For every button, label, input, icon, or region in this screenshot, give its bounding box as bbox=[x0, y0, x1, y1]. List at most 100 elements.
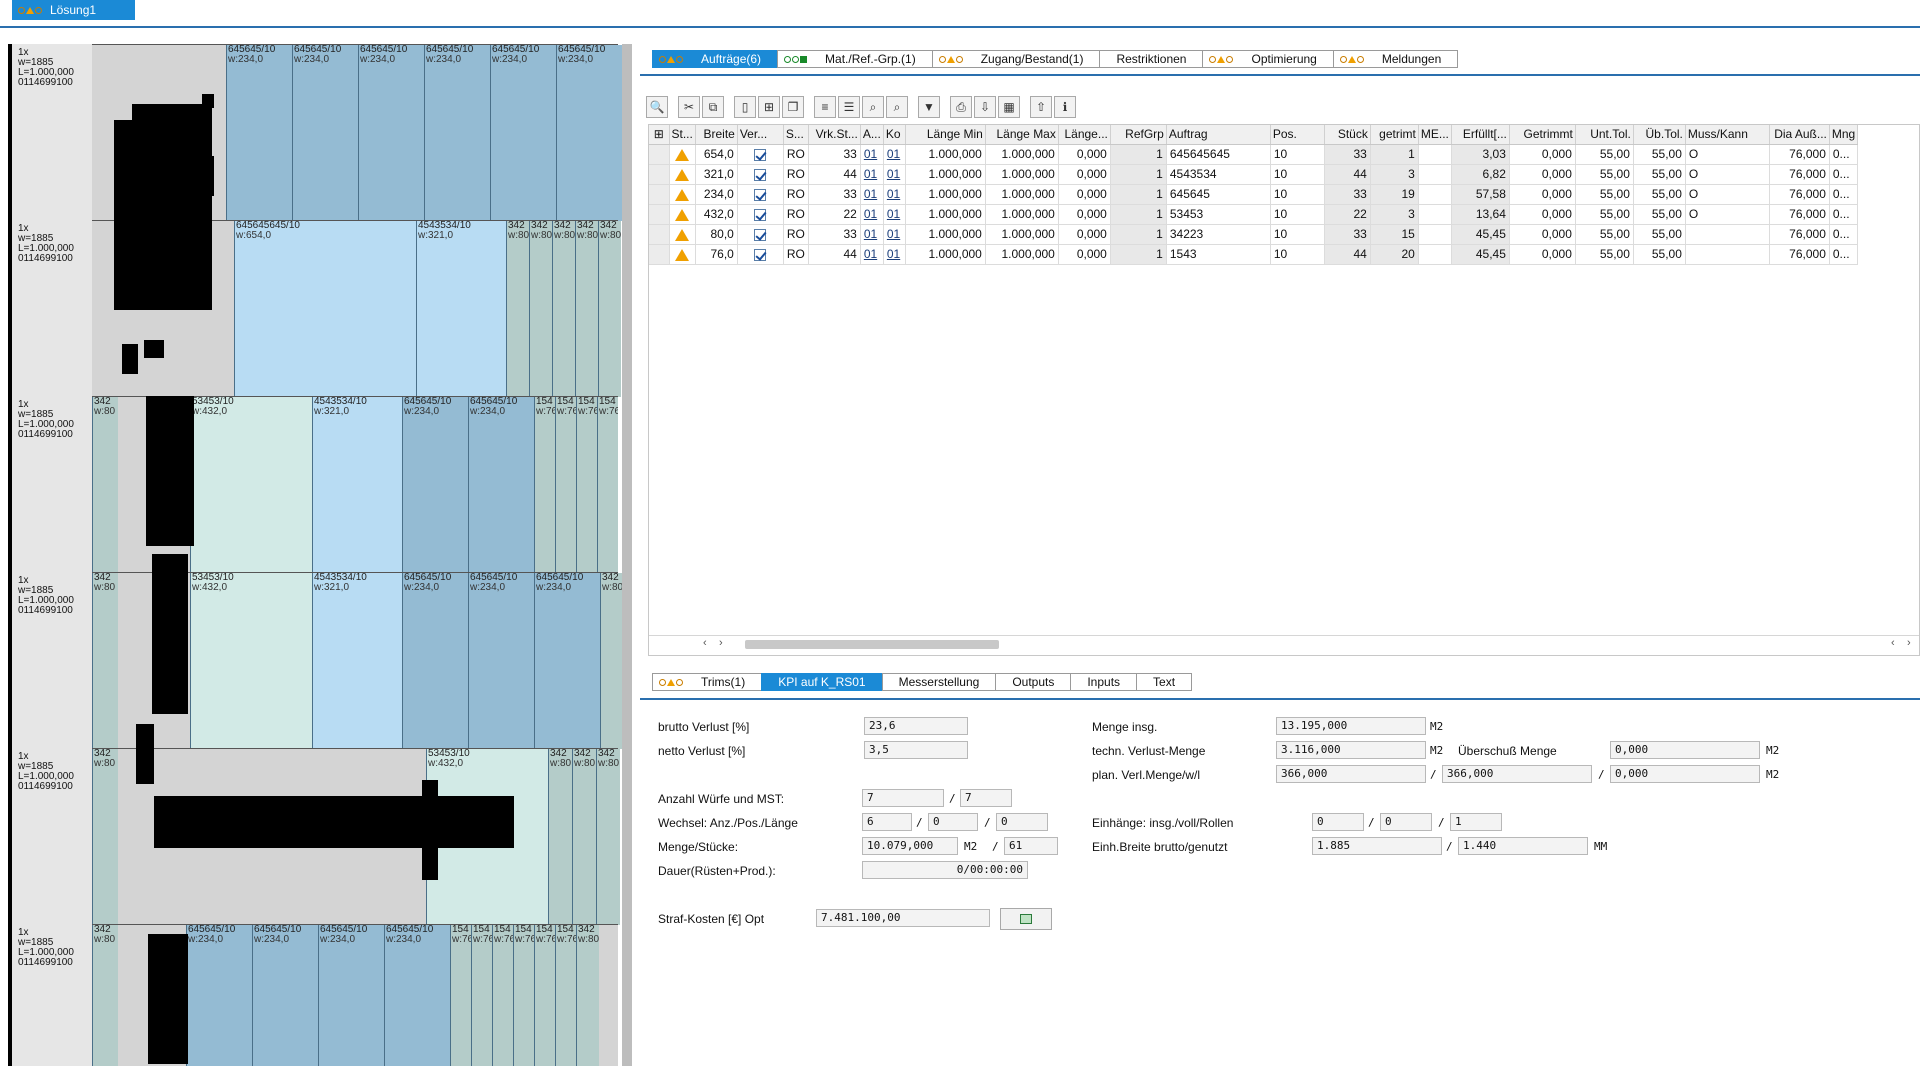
row-selector[interactable] bbox=[649, 224, 670, 245]
table-cell[interactable]: 1.000,000 bbox=[905, 224, 986, 245]
tab-upper-tabs-1[interactable]: Mat./Ref.-Grp.(1) bbox=[777, 50, 933, 68]
table-cell[interactable]: 55,00 bbox=[1633, 224, 1686, 245]
tab-lower-tabs-1[interactable]: KPI auf K_RS01 bbox=[761, 673, 883, 691]
cut-block[interactable]: 154w:76 bbox=[576, 397, 597, 573]
table-row[interactable]: 80,0 RO 33 01 01 1.000,000 1.000,000 0,000 1 3422… bbox=[649, 224, 1859, 245]
duplicate-row-button[interactable]: ❐ bbox=[782, 96, 804, 118]
table-cell[interactable]: 1 bbox=[1110, 224, 1167, 245]
table-cell[interactable]: 55,00 bbox=[1575, 164, 1634, 185]
verfuegbar-checkbox-cell[interactable] bbox=[737, 164, 784, 185]
table-row[interactable]: 654,0 RO 33 01 01 1.000,000 1.000,000 0,000 1 645… bbox=[649, 144, 1859, 165]
table-cell[interactable]: 33 bbox=[1324, 144, 1371, 165]
scroll-left-icon[interactable]: ‹ bbox=[703, 637, 707, 649]
table-cell[interactable]: 1 bbox=[1110, 144, 1167, 165]
tab-loesung1[interactable]: Lösung1 bbox=[12, 0, 135, 20]
row-selector[interactable] bbox=[649, 244, 670, 265]
cut-block[interactable]: 645645/10 w:234,0 bbox=[490, 45, 556, 221]
table-cell[interactable]: 4543534 bbox=[1166, 164, 1271, 185]
cut-block[interactable]: 645645/10 w:234,0 bbox=[468, 573, 534, 749]
table-cell[interactable]: 1 bbox=[1370, 144, 1419, 165]
column-header[interactable]: Unt.Tol. bbox=[1575, 125, 1634, 145]
column-header[interactable]: Vrk.St... bbox=[808, 125, 861, 145]
cut-block[interactable]: 645645/10 w:234,0 bbox=[318, 925, 384, 1066]
column-header[interactable]: RefGrp bbox=[1110, 125, 1167, 145]
einh-breite-brutto-field[interactable]: 1.885 bbox=[1312, 837, 1442, 855]
column-header[interactable]: S... bbox=[783, 125, 809, 145]
cut-block[interactable]: 645645/10 w:234,0 bbox=[384, 925, 450, 1066]
table-cell[interactable]: 1 bbox=[1110, 164, 1167, 185]
table-cell[interactable]: 01 bbox=[883, 164, 906, 185]
table-cell[interactable]: RO bbox=[783, 204, 809, 225]
einh-breite-genutzt-field[interactable]: 1.440 bbox=[1458, 837, 1588, 855]
tab-lower-tabs-2[interactable]: Messerstellung bbox=[881, 673, 997, 691]
table-cell[interactable]: 44 bbox=[1324, 244, 1371, 265]
table-cell[interactable]: 34223 bbox=[1166, 224, 1271, 245]
wuerfe-field[interactable]: 7 bbox=[862, 789, 944, 807]
table-cell[interactable]: 55,00 bbox=[1575, 144, 1634, 165]
row-selector[interactable] bbox=[649, 204, 670, 225]
table-cell[interactable]: 645645 bbox=[1166, 184, 1271, 205]
verfuegbar-checkbox-cell[interactable] bbox=[737, 204, 784, 225]
column-header[interactable]: getrimt bbox=[1370, 125, 1419, 145]
table-cell[interactable]: 1 bbox=[1110, 204, 1167, 225]
cut-block[interactable]: 645645/10 w:234,0 bbox=[402, 397, 468, 573]
einhaenge-rollen-field[interactable]: 1 bbox=[1450, 813, 1502, 831]
cut-block[interactable]: 645645/10 w:234,0 bbox=[424, 45, 490, 221]
table-cell[interactable]: 1 bbox=[1110, 184, 1167, 205]
straf-kosten-field[interactable]: 7.481.100,00 bbox=[816, 909, 990, 927]
table-cell[interactable] bbox=[1418, 184, 1452, 205]
table-cell[interactable]: 0,000 bbox=[1058, 184, 1111, 205]
table-cell[interactable]: 321,0 bbox=[695, 164, 738, 185]
table-cell[interactable]: 55,00 bbox=[1633, 184, 1686, 205]
einhaenge-voll-field[interactable]: 0 bbox=[1380, 813, 1432, 831]
row-selector[interactable] bbox=[649, 144, 670, 165]
table-cell[interactable]: 3 bbox=[1370, 164, 1419, 185]
table-cell[interactable]: 0,000 bbox=[1058, 244, 1111, 265]
table-cell[interactable]: 0,000 bbox=[1058, 204, 1111, 225]
table-cell[interactable]: 20 bbox=[1370, 244, 1419, 265]
cut-block[interactable]: 4543534/10 w:321,0 bbox=[312, 573, 402, 749]
menge-field[interactable]: 10.079,000 bbox=[862, 837, 958, 855]
checkbox-checked-icon[interactable] bbox=[754, 208, 767, 221]
table-cell[interactable]: 76,000 bbox=[1769, 144, 1830, 165]
column-header[interactable]: Getrimmt bbox=[1509, 125, 1576, 145]
column-header[interactable]: Muss/Kann bbox=[1685, 125, 1770, 145]
cut-block[interactable]: 154w:76 bbox=[450, 925, 471, 1066]
table-cell[interactable]: 10 bbox=[1270, 144, 1325, 165]
table-cell[interactable] bbox=[1418, 224, 1452, 245]
table-cell[interactable]: RO bbox=[783, 244, 809, 265]
verfuegbar-checkbox-cell[interactable] bbox=[737, 224, 784, 245]
tab-lower-tabs-4[interactable]: Inputs bbox=[1070, 673, 1138, 691]
cut-block[interactable]: 154w:76 bbox=[555, 925, 576, 1066]
table-cell[interactable]: 0... bbox=[1829, 244, 1859, 265]
table-cell[interactable]: RO bbox=[783, 164, 809, 185]
table-cell[interactable]: 0... bbox=[1829, 164, 1859, 185]
checkbox-checked-icon[interactable] bbox=[754, 168, 767, 181]
table-cell[interactable] bbox=[1685, 244, 1770, 265]
cut-block[interactable]: 154w:76 bbox=[555, 397, 576, 573]
table-cell[interactable]: 55,00 bbox=[1575, 244, 1634, 265]
table-cell[interactable]: O bbox=[1685, 204, 1770, 225]
filter-sort-button[interactable]: ☰ bbox=[838, 96, 860, 118]
column-header[interactable]: Üb.Tol. bbox=[1633, 125, 1686, 145]
plan-verl-field[interactable]: 366,000 bbox=[1276, 765, 1426, 783]
insert-row-button[interactable]: ⊞ bbox=[758, 96, 780, 118]
find-next-button[interactable]: ⌕ bbox=[886, 96, 908, 118]
table-cell[interactable]: 44 bbox=[808, 244, 861, 265]
cut-block[interactable]: 4543534/10 w:321,0 bbox=[312, 397, 402, 573]
tab-lower-tabs-5[interactable]: Text bbox=[1136, 673, 1193, 691]
table-cell[interactable]: RO bbox=[783, 144, 809, 165]
table-cell[interactable]: 1.000,000 bbox=[985, 204, 1059, 225]
new-row-button[interactable]: ▯ bbox=[734, 96, 756, 118]
table-cell[interactable]: 10 bbox=[1270, 244, 1325, 265]
table-cell[interactable]: 33 bbox=[1324, 224, 1371, 245]
netto-verlust-field[interactable]: 3,5 bbox=[864, 741, 968, 759]
table-cell[interactable]: 0,000 bbox=[1509, 144, 1576, 165]
table-cell[interactable]: 33 bbox=[808, 184, 861, 205]
table-cell[interactable] bbox=[1418, 164, 1452, 185]
cut-block[interactable]: 342 w:80 bbox=[506, 221, 529, 397]
table-cell[interactable]: 3,03 bbox=[1451, 144, 1510, 165]
table-row[interactable]: 432,0 RO 22 01 01 1.000,000 1.000,000 0,000 1 534… bbox=[649, 204, 1859, 225]
column-header[interactable]: Auftrag bbox=[1166, 125, 1271, 145]
table-cell[interactable]: 01 bbox=[883, 224, 906, 245]
